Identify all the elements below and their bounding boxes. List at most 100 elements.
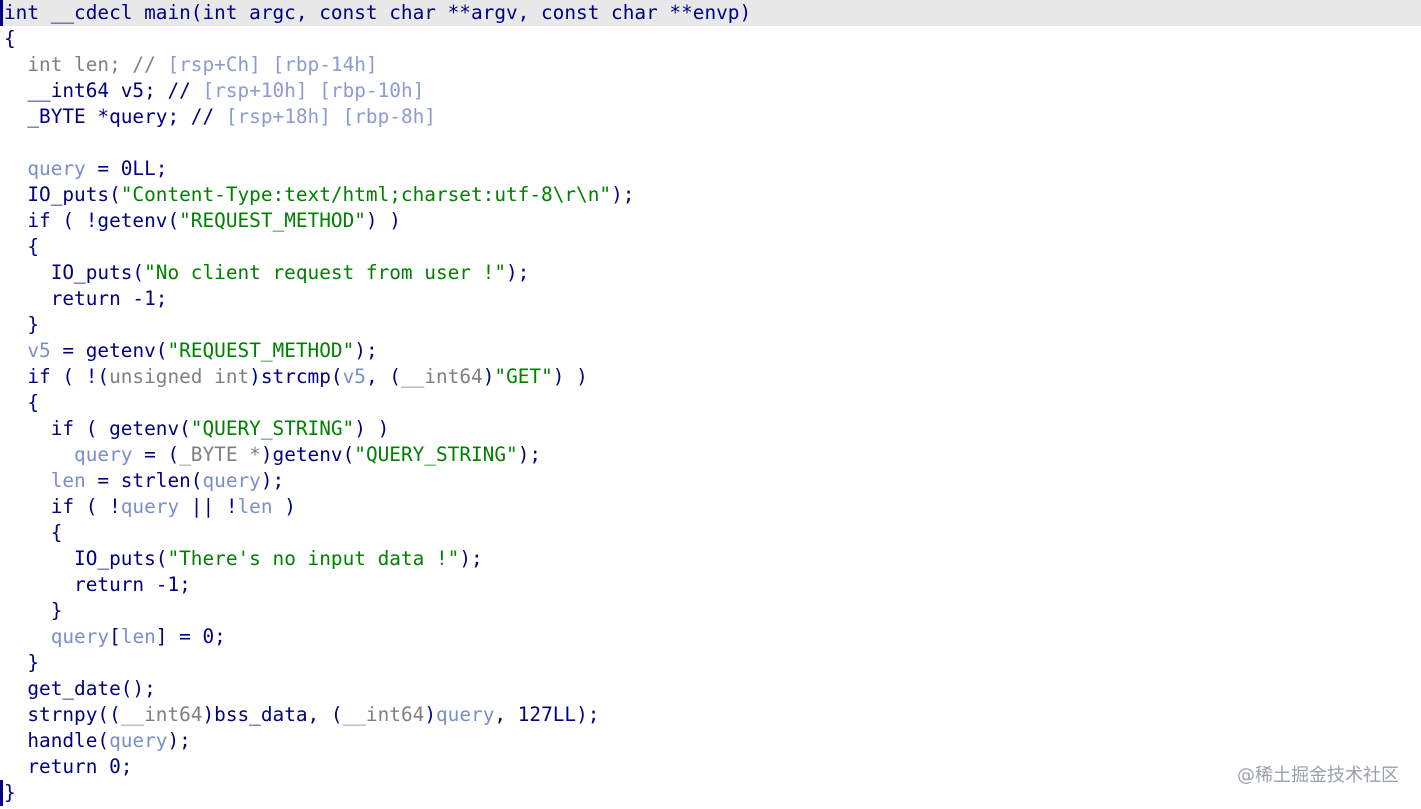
code-token: "REQUEST_METHOD" [179,209,366,232]
code-line[interactable]: query = 0LL; [4,156,167,182]
code-line[interactable]: { [4,234,39,260]
code-token: ); [459,547,483,570]
code-token: "There's no input data !" [167,547,460,570]
code-token: ); [260,469,285,492]
code-token: v5 [27,339,51,362]
code-token: , ( [365,365,401,388]
code-token: = ( [132,443,180,466]
code-line[interactable]: handle(query); [4,728,191,754]
cursor-marker [0,780,3,806]
code-token: "REQUEST_METHOD" [167,339,355,362]
code-token: __int64 v5; [4,79,168,102]
code-token: } [4,651,40,674]
code-token: query [109,729,168,752]
code-line[interactable]: } [4,312,39,338]
code-line[interactable]: if ( getenv("QUERY_STRING") ) [4,416,390,442]
code-token: { [4,391,40,414]
code-line[interactable]: } [4,598,63,624]
code-token: query [120,495,180,518]
code-token: __int64 [400,365,483,388]
code-token: IO_puts( [4,261,145,284]
code-token: = 0LL; [85,157,168,180]
code-token: ) ) [365,209,401,232]
code-token: query [436,703,495,726]
code-token: )getenv( [260,443,355,466]
code-token: if ( !( [4,365,110,388]
code-token: = strlen( [85,469,203,492]
code-token: __int64 [342,703,425,726]
code-line[interactable]: int __cdecl main(int argc, const char **… [4,0,751,26]
code-line[interactable]: return -1; [4,286,168,312]
code-token: int __cdecl main(int argc, const char **… [4,1,752,24]
code-token: if ( getenv( [4,417,191,440]
code-token: // [132,53,168,76]
code-line[interactable]: { [4,26,16,52]
code-token: "No client request from user !" [144,261,506,284]
code-token: "Content-Type:text/html;charset:utf-8\r\… [120,183,612,206]
code-token: ) ) [354,417,390,440]
code-line[interactable]: strnpy((__int64)bss_data, (__int64)query… [4,702,599,728]
code-token: // [167,79,203,102]
code-line[interactable]: IO_puts("No client request from user !")… [4,260,530,286]
code-token: ); [167,729,191,752]
code-line[interactable]: get_date(); [4,676,156,702]
code-line[interactable]: IO_puts("There's no input data !"); [4,546,483,572]
code-token: unsigned int [109,365,250,388]
code-line[interactable]: return -1; [4,572,191,598]
code-token: return -1; [4,573,191,596]
code-token: } [4,599,63,622]
code-token: "QUERY_STRING" [190,417,355,440]
code-token: query [74,443,133,466]
code-token: query [50,625,110,648]
code-line[interactable]: __int64 v5; // [rsp+10h] [rbp-10h] [4,78,424,104]
code-line[interactable]: } [4,780,16,806]
code-token: )strcmp( [249,365,343,388]
code-line[interactable]: query[len] = 0; [4,624,226,650]
code-token: ); [354,339,378,362]
code-token: ) [424,703,436,726]
code-line[interactable]: v5 = getenv("REQUEST_METHOD"); [4,338,378,364]
code-line[interactable]: _BYTE *query; // [rsp+18h] [rbp-8h] [4,104,436,130]
code-line[interactable]: if ( !(unsigned int)strcmp(v5, (__int64)… [4,364,588,390]
cursor-marker [0,0,3,26]
watermark: @稀土掘金技术社区 [1237,765,1399,786]
code-token: ) [482,365,495,388]
code-token: len [237,495,273,518]
code-token: _BYTE * [179,443,261,466]
code-token: len [50,469,86,492]
code-token: { [4,235,40,258]
code-token: IO_puts( [4,547,168,570]
code-token: return -1; [4,287,168,310]
code-line[interactable]: if ( !query || !len ) [4,494,296,520]
code-token: query [27,157,86,180]
code-token: ) [272,495,296,518]
code-line[interactable]: int len; // [rsp+Ch] [rbp-14h] [4,52,378,78]
code-token: get_date(); [4,677,156,700]
code-token: _BYTE *query; [4,105,191,128]
code-token: } [4,781,16,804]
code-line[interactable]: query = (_BYTE *)getenv("QUERY_STRING"); [4,442,541,468]
code-token: } [4,313,40,336]
code-line[interactable]: } [4,650,39,676]
code-token: { [4,27,16,50]
code-line[interactable]: len = strlen(query); [4,468,285,494]
code-line[interactable]: { [4,520,63,546]
code-line[interactable]: { [4,390,39,416]
code-token: ) ) [552,365,588,388]
code-line[interactable]: return 0; [4,754,132,780]
code-token: [rsp+18h] [rbp-8h] [225,105,436,128]
code-token: , 127LL); [494,703,600,726]
code-token: ] = 0; [155,625,226,648]
code-token: ); [611,183,635,206]
pseudocode-view[interactable]: int __cdecl main(int argc, const char **… [0,0,1421,809]
code-token: [rsp+Ch] [rbp-14h] [167,53,378,76]
code-token: { [4,521,63,544]
code-token: IO_puts( [4,183,121,206]
code-token: __int64 [120,703,203,726]
code-token: [rsp+10h] [rbp-10h] [202,79,425,102]
code-line[interactable]: if ( !getenv("REQUEST_METHOD") ) [4,208,401,234]
code-line[interactable]: IO_puts("Content-Type:text/html;charset:… [4,182,634,208]
